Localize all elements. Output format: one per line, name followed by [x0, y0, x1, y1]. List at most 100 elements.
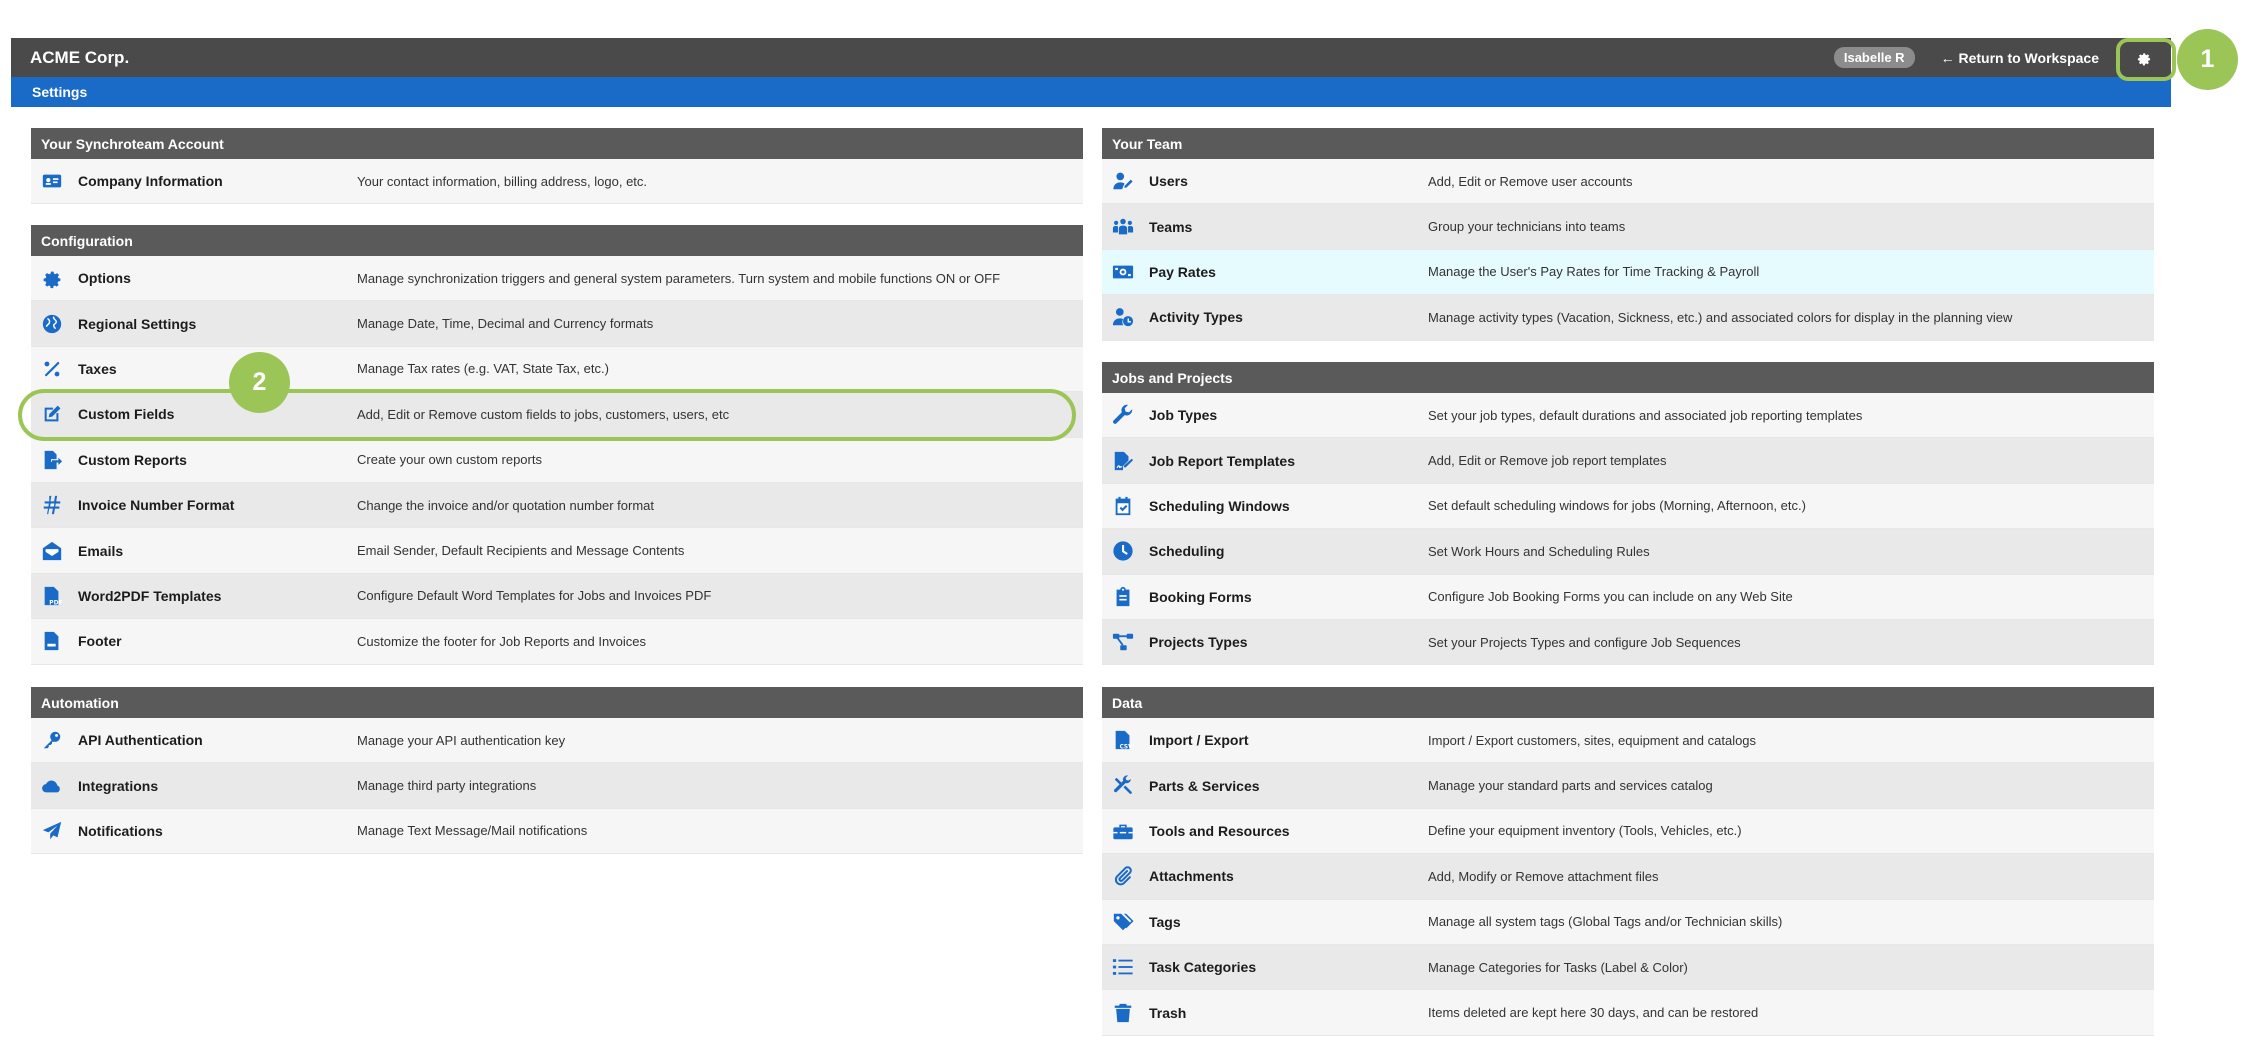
- settings-item-label: Trash: [1149, 1004, 1187, 1021]
- callout-step-2: 2: [229, 352, 290, 413]
- settings-item-trash[interactable]: Trash Items deleted are kept here 30 days…: [1102, 990, 2154, 1036]
- settings-item-label: Teams: [1149, 218, 1193, 235]
- globe-icon: [41, 313, 63, 335]
- settings-item-teams[interactable]: Teams Group your technicians into teams: [1102, 204, 2154, 250]
- file-export-icon: [41, 449, 63, 471]
- settings-item-emails[interactable]: Emails Email Sender, Default Recipients a…: [31, 528, 1083, 574]
- settings-item-regional-settings[interactable]: Regional Settings Manage Date, Time, Deci…: [31, 301, 1083, 347]
- settings-item-label: API Authentication: [78, 732, 203, 749]
- settings-item-description: Import / Export customers, sites, equipm…: [1428, 732, 1757, 748]
- settings-item-word2pdf-templates[interactable]: PDF Word2PDF Templates Configure Default W…: [31, 573, 1083, 620]
- settings-item-description: Manage Text Message/Mail notifications: [357, 823, 588, 839]
- percent-icon: [41, 358, 63, 380]
- paperclip-icon: [1112, 865, 1134, 887]
- settings-item-description: Add, Edit or Remove user accounts: [1428, 173, 1633, 189]
- settings-item-custom-reports[interactable]: Custom Reports Create your own custom rep…: [31, 437, 1083, 483]
- calendar-check-icon: [1112, 495, 1134, 517]
- settings-item-description: Manage all system tags (Global Tags and/…: [1428, 914, 1783, 930]
- settings-item-tags[interactable]: Tags Manage all system tags (Global Tags …: [1102, 899, 2154, 945]
- gear-icon: [41, 267, 63, 289]
- settings-item-projects-types[interactable]: Projects Types Set your Projects Types an…: [1102, 619, 2154, 666]
- settings-item-description: Group your technicians into teams: [1428, 219, 1626, 235]
- settings-item-import-export[interactable]: CSV Import / Export Import / Export custom…: [1102, 718, 2154, 764]
- clock-icon: [1112, 540, 1134, 562]
- settings-item-description: Email Sender, Default Recipients and Mes…: [357, 543, 685, 559]
- settings-item-label: Integrations: [78, 777, 159, 794]
- settings-item-pay-rates[interactable]: Pay Rates Manage the User's Pay Rates for…: [1102, 249, 2154, 296]
- settings-item-label: Job Report Templates: [1149, 452, 1295, 469]
- settings-item-options[interactable]: Options Manage synchronization triggers a…: [31, 256, 1083, 302]
- money-bill-icon: [1112, 261, 1134, 283]
- panel-jobs-and-projects: Jobs and Projects Job Types Set your job …: [1102, 362, 2154, 666]
- settings-item-description: Configure Job Booking Forms you can incl…: [1428, 589, 1793, 605]
- panel-automation: Automation API Authentication Manage your…: [31, 687, 1083, 855]
- settings-item-description: Define your equipment inventory (Tools, …: [1428, 823, 1742, 839]
- settings-item-description: Set your Projects Types and configure Jo…: [1428, 634, 1741, 650]
- settings-item-label: Activity Types: [1149, 309, 1243, 326]
- trash-icon: [1112, 1002, 1134, 1024]
- settings-item-scheduling[interactable]: Scheduling Set Work Hours and Scheduling …: [1102, 529, 2154, 575]
- settings-item-job-types[interactable]: Job Types Set your job types, default dur…: [1102, 393, 2154, 439]
- settings-item-description: Manage your standard parts and services …: [1428, 778, 1713, 794]
- settings-item-task-categories[interactable]: Task Categories Manage Categories for Tas…: [1102, 944, 2154, 991]
- panel-your-team: Your Team Users Add, Edit or Remove user …: [1102, 128, 2154, 341]
- settings-item-invoice-number-format[interactable]: Invoice Number Format Change the invoice …: [31, 482, 1083, 529]
- settings-item-attachments[interactable]: Attachments Add, Modify or Remove attachm…: [1102, 854, 2154, 900]
- file-signature-icon: [1112, 450, 1134, 472]
- settings-item-activity-types[interactable]: Activity Types Manage activity types (Vac…: [1102, 295, 2154, 341]
- settings-item-integrations[interactable]: Integrations Manage third party integrati…: [31, 763, 1083, 809]
- settings-item-label: Task Categories: [1149, 959, 1257, 976]
- return-to-workspace-link[interactable]: ← Return to Workspace: [1941, 50, 2099, 66]
- envelope-open-icon: [41, 540, 63, 562]
- settings-item-description: Manage activity types (Vacation, Sicknes…: [1428, 309, 2013, 325]
- panel-header: Jobs and Projects: [1102, 362, 2154, 393]
- user-badge[interactable]: Isabelle R: [1833, 47, 1915, 68]
- user-clock-icon: [1112, 306, 1134, 328]
- settings-item-scheduling-windows[interactable]: Scheduling Windows Set default scheduling…: [1102, 483, 2154, 530]
- settings-item-notifications[interactable]: Notifications Manage Text Message/Mail no…: [31, 808, 1083, 855]
- settings-item-label: Footer: [78, 633, 122, 650]
- settings-item-job-report-templates[interactable]: Job Report Templates Add, Edit or Remove …: [1102, 438, 2154, 484]
- settings-item-label: Custom Reports: [78, 451, 187, 468]
- svg-text:CSV: CSV: [1120, 744, 1133, 750]
- settings-item-description: Items deleted are kept here 30 days, and…: [1428, 1005, 1759, 1021]
- file-pdf-icon: PDF: [41, 585, 63, 607]
- settings-item-label: Booking Forms: [1149, 588, 1252, 605]
- settings-item-description: Manage Tax rates (e.g. VAT, State Tax, e…: [357, 361, 609, 377]
- panel-header: Configuration: [31, 225, 1083, 256]
- panel-header: Your Synchroteam Account: [31, 128, 1083, 159]
- settings-item-label: Emails: [78, 542, 124, 559]
- settings-item-company-information[interactable]: Company Information Your contact informat…: [31, 159, 1083, 205]
- user-edit-icon: [1112, 170, 1134, 192]
- settings-item-taxes[interactable]: Taxes Manage Tax rates (e.g. VAT, State T…: [31, 346, 1083, 393]
- key-icon: [41, 729, 63, 751]
- settings-item-label: Parts & Services: [1149, 777, 1260, 794]
- panel-header: Automation: [31, 687, 1083, 718]
- settings-item-description: Manage Categories for Tasks (Label & Col…: [1428, 959, 1688, 975]
- file-footer-icon: [41, 630, 63, 652]
- settings-item-users[interactable]: Users Add, Edit or Remove user accounts: [1102, 159, 2154, 205]
- settings-item-footer[interactable]: Footer Customize the footer for Job Repor…: [31, 619, 1083, 665]
- wrench-icon: [1112, 404, 1134, 426]
- settings-item-booking-forms[interactable]: Booking Forms Configure Job Booking Forms…: [1102, 574, 2154, 620]
- settings-item-label: Options: [78, 270, 131, 287]
- settings-item-label: Import / Export: [1149, 732, 1249, 749]
- settings-item-label: Pay Rates: [1149, 263, 1216, 280]
- settings-item-label: Users: [1149, 173, 1188, 190]
- settings-highlight-outline: [2116, 38, 2176, 81]
- settings-item-description: Configure Default Word Templates for Job…: [357, 588, 712, 604]
- settings-item-parts-services[interactable]: Parts & Services Manage your standard par…: [1102, 763, 2154, 809]
- custom-fields-highlight-outline: [18, 389, 1076, 441]
- settings-nav-link[interactable]: Settings: [32, 84, 87, 100]
- settings-item-description: Your contact information, billing addres…: [357, 173, 648, 189]
- settings-item-tools-and-resources[interactable]: Tools and Resources Define your equipment…: [1102, 808, 2154, 855]
- settings-item-api-authentication[interactable]: API Authentication Manage your API authen…: [31, 718, 1083, 764]
- settings-item-description: Set your job types, default durations an…: [1428, 407, 1863, 423]
- settings-item-description: Manage third party integrations: [357, 778, 537, 794]
- settings-item-description: Manage your API authentication key: [357, 732, 566, 748]
- callout-step-1: 1: [2177, 29, 2238, 90]
- file-csv-icon: CSV: [1112, 729, 1134, 751]
- settings-item-label: Scheduling: [1149, 543, 1225, 560]
- settings-item-label: Tags: [1149, 913, 1181, 930]
- settings-item-label: Company Information: [78, 173, 223, 190]
